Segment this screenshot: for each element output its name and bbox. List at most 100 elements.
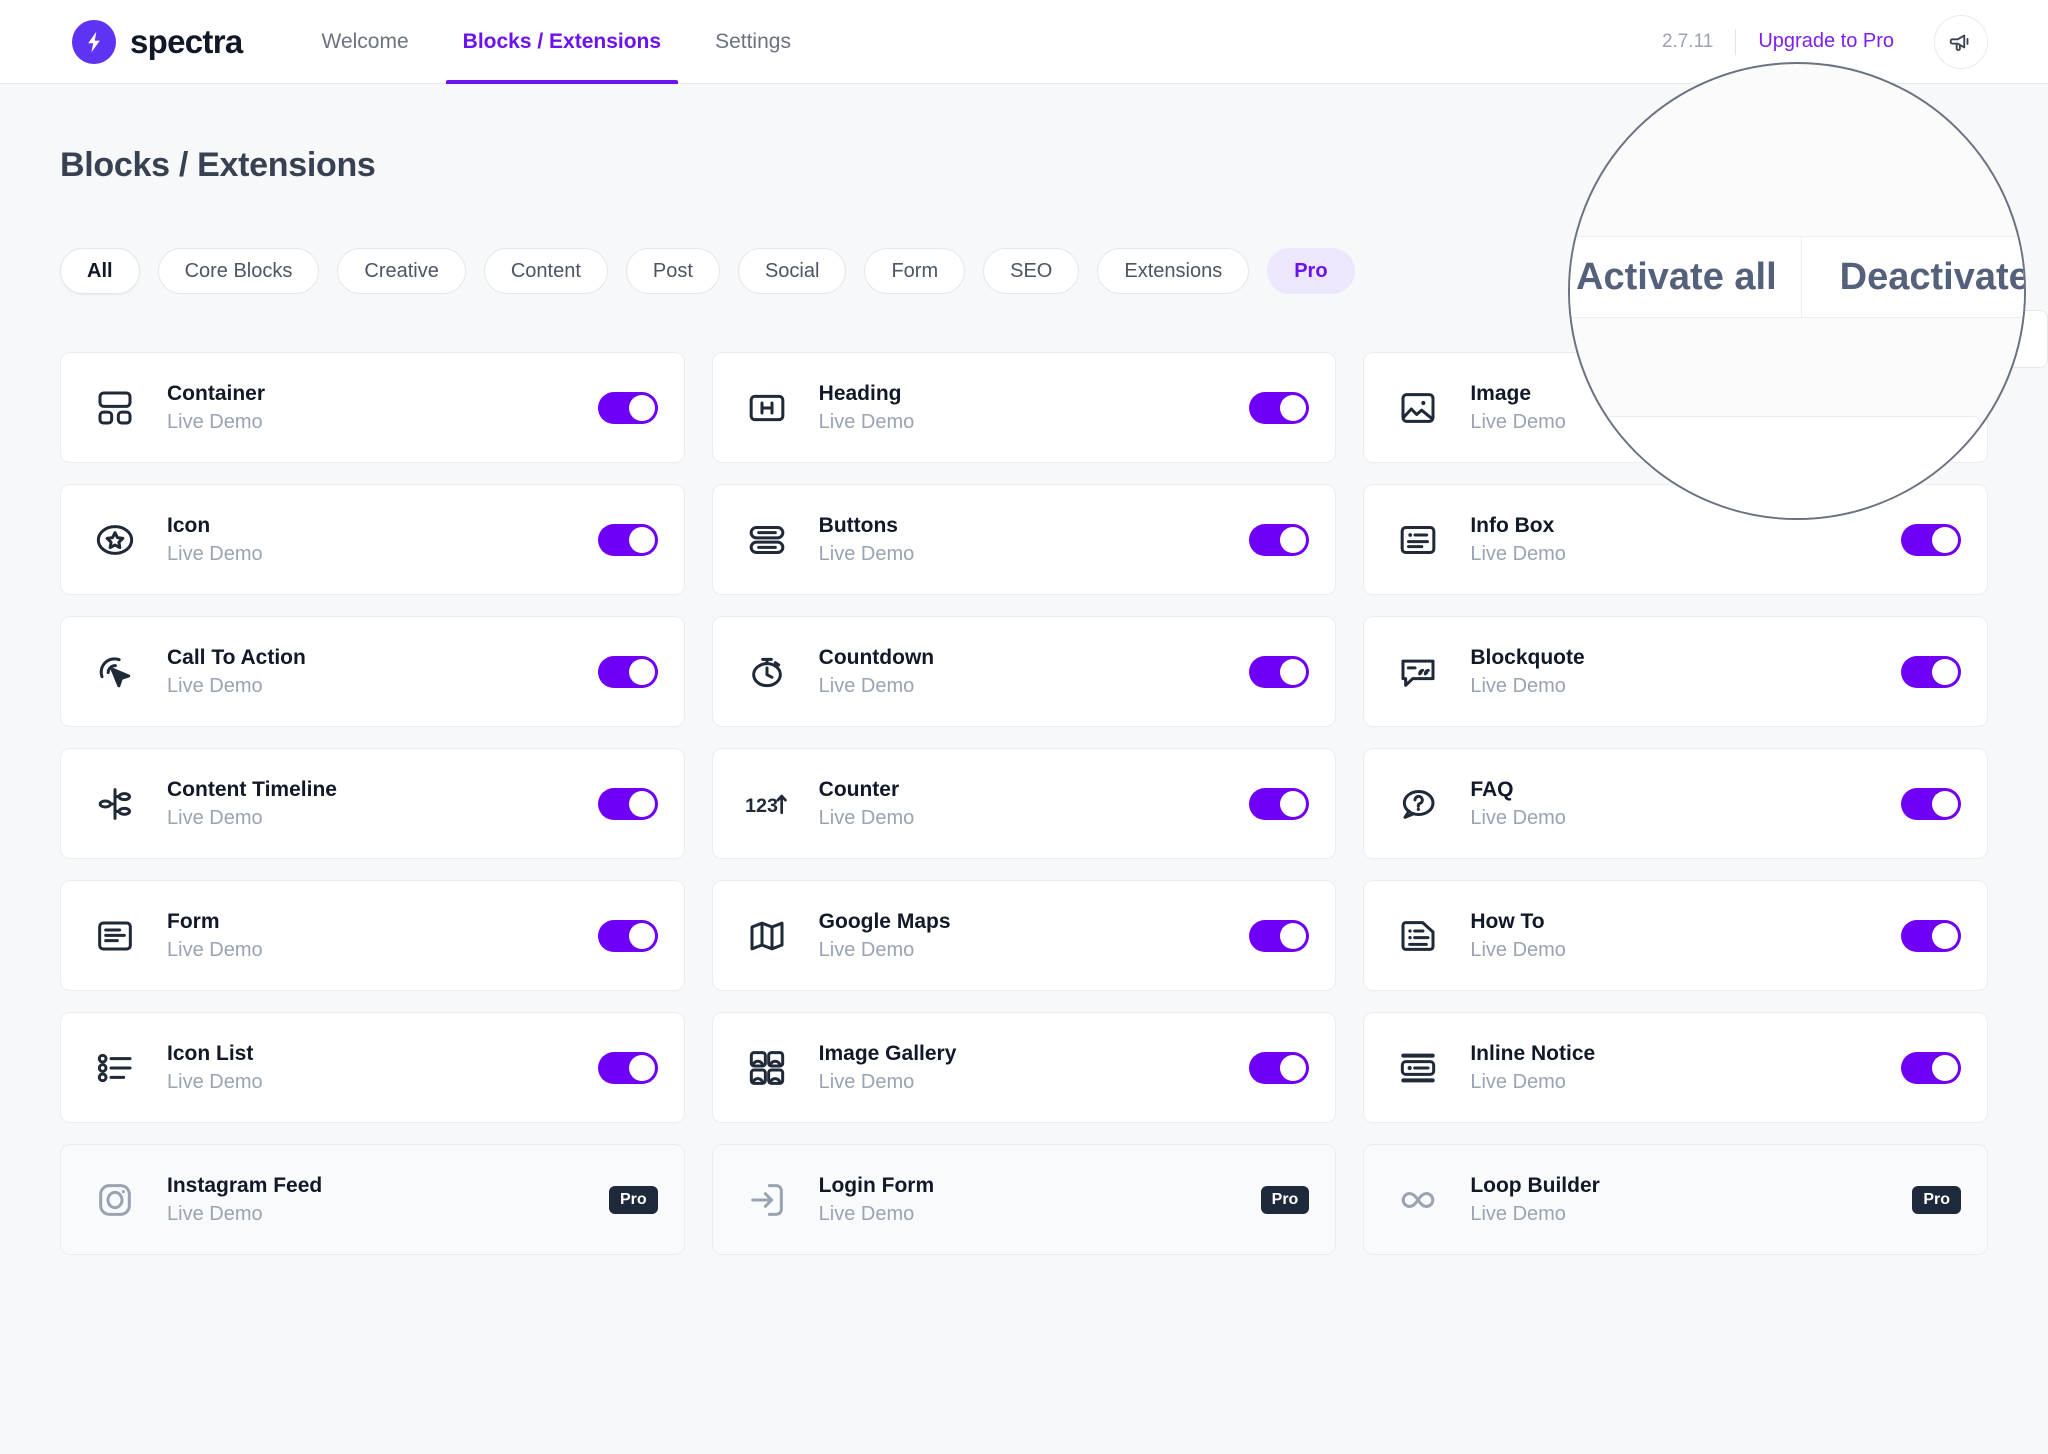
page-title: Blocks / Extensions <box>60 84 1988 185</box>
block-card[interactable]: FormLive Demo <box>60 880 685 991</box>
deactivate-all-button[interactable]: Deactivate all <box>1845 311 2047 367</box>
filter-pill-content[interactable]: Content <box>484 248 608 294</box>
live-demo-link[interactable]: Live Demo <box>167 543 263 565</box>
live-demo-link[interactable]: Live Demo <box>1470 939 1566 961</box>
filter-pill-core-blocks[interactable]: Core Blocks <box>158 248 320 294</box>
block-enable-toggle[interactable] <box>1249 788 1309 820</box>
block-card[interactable]: Icon Live Demo <box>60 484 685 595</box>
block-card[interactable]: Instagram FeedLive DemoPro <box>60 1144 685 1255</box>
filter-pill-post[interactable]: Post <box>626 248 720 294</box>
nav-item-settings[interactable]: Settings <box>688 0 818 84</box>
block-enable-toggle[interactable] <box>1901 920 1961 952</box>
live-demo-link[interactable]: Live Demo <box>1470 543 1566 565</box>
block-card[interactable]: Content TimelineLive Demo <box>60 748 685 859</box>
block-card-text: HeadingLive Demo <box>819 382 915 432</box>
version-label: 2.7.11 <box>1662 31 1713 53</box>
megaphone-icon[interactable] <box>1934 15 1988 69</box>
nav-item-blocks-extensions[interactable]: Blocks / Extensions <box>436 0 688 84</box>
toggle-knob <box>1932 791 1958 817</box>
header-right: 2.7.11 Upgrade to Pro <box>1662 15 1988 69</box>
block-title: Buttons <box>819 514 915 537</box>
block-enable-toggle[interactable] <box>1901 788 1961 820</box>
block-enable-toggle[interactable] <box>1249 524 1309 556</box>
filter-pill-group: All Core Blocks Creative Content Post So… <box>60 248 1988 294</box>
live-demo-link[interactable]: Live Demo <box>819 543 915 565</box>
live-demo-link[interactable]: Live Demo <box>167 1203 322 1225</box>
block-title: Inline Notice <box>1470 1042 1595 1065</box>
block-enable-toggle[interactable] <box>598 1052 658 1084</box>
live-demo-link[interactable]: Live Demo <box>819 675 934 697</box>
live-demo-link[interactable]: Live Demo <box>819 807 915 829</box>
block-card[interactable]: CountdownLive Demo <box>712 616 1337 727</box>
block-title: Call To Action <box>167 646 306 669</box>
block-title: Icon <box>167 514 263 537</box>
live-demo-link[interactable]: Live Demo <box>167 1071 263 1093</box>
activate-all-button[interactable]: Activate all <box>1669 311 1845 367</box>
live-demo-link[interactable]: Live Demo <box>1470 411 1566 433</box>
block-card-text: ContainerLive Demo <box>167 382 265 432</box>
filter-pill-social[interactable]: Social <box>738 248 846 294</box>
star-badge-icon <box>91 516 139 564</box>
block-card[interactable]: Call To Action Live Demo <box>60 616 685 727</box>
filter-pill-seo[interactable]: SEO <box>983 248 1079 294</box>
filter-pill-creative[interactable]: Creative <box>337 248 465 294</box>
upgrade-to-pro-link[interactable]: Upgrade to Pro <box>1758 30 1894 53</box>
live-demo-link[interactable]: Live Demo <box>167 939 263 961</box>
login-arrow-icon <box>743 1176 791 1224</box>
block-card[interactable]: Inline Notice Live Demo <box>1363 1012 1988 1123</box>
block-enable-toggle[interactable] <box>1901 1052 1961 1084</box>
block-enable-toggle[interactable] <box>598 392 658 424</box>
stopwatch-icon <box>743 648 791 696</box>
block-enable-toggle[interactable] <box>1249 392 1309 424</box>
filter-pill-form[interactable]: Form <box>864 248 965 294</box>
block-card[interactable]: BlockquoteLive Demo <box>1363 616 1988 727</box>
block-enable-toggle[interactable] <box>598 920 658 952</box>
block-enable-toggle[interactable] <box>1249 920 1309 952</box>
block-card[interactable]: How ToLive Demo <box>1363 880 1988 991</box>
block-card[interactable]: Google MapsLive Demo <box>712 880 1337 991</box>
live-demo-link[interactable]: Live Demo <box>167 807 337 829</box>
block-card[interactable]: FAQLive Demo <box>1363 748 1988 859</box>
block-enable-toggle[interactable] <box>1249 1052 1309 1084</box>
live-demo-link[interactable]: Live Demo <box>1470 1203 1600 1225</box>
live-demo-link[interactable]: Live Demo <box>167 411 265 433</box>
block-card[interactable]: ImageLive Demo <box>1363 352 1988 463</box>
main-navigation: Welcome Blocks / Extensions Settings <box>295 0 818 84</box>
block-enable-toggle[interactable] <box>598 524 658 556</box>
block-card-text: FAQLive Demo <box>1470 778 1566 828</box>
live-demo-link[interactable]: Live Demo <box>167 675 306 697</box>
filter-pill-extensions[interactable]: Extensions <box>1097 248 1249 294</box>
block-card[interactable]: Buttons Live Demo <box>712 484 1337 595</box>
block-card[interactable]: Image GalleryLive Demo <box>712 1012 1337 1123</box>
nav-item-welcome[interactable]: Welcome <box>295 0 436 84</box>
block-enable-toggle[interactable] <box>1901 524 1961 556</box>
block-card[interactable]: Loop BuilderLive DemoPro <box>1363 1144 1988 1255</box>
block-card-control: Pro <box>1912 1186 1961 1214</box>
filter-pill-all[interactable]: All <box>60 248 140 294</box>
toggle-knob <box>1280 527 1306 553</box>
block-card[interactable]: 123CounterLive Demo <box>712 748 1337 859</box>
live-demo-link[interactable]: Live Demo <box>819 1203 934 1225</box>
block-card-control <box>1901 656 1961 688</box>
block-card[interactable]: Icon ListLive Demo <box>60 1012 685 1123</box>
live-demo-link[interactable]: Live Demo <box>1470 807 1566 829</box>
block-card-text: Login FormLive Demo <box>819 1174 934 1224</box>
block-enable-toggle[interactable] <box>1901 392 1961 424</box>
block-card[interactable]: ContainerLive Demo <box>60 352 685 463</box>
blocks-grid: ContainerLive Demo HeadingLive Demo ImageL… <box>60 352 1988 1255</box>
block-card[interactable]: HeadingLive Demo <box>712 352 1337 463</box>
filter-pill-pro[interactable]: Pro <box>1267 248 1354 294</box>
block-card-control <box>1249 656 1309 688</box>
live-demo-link[interactable]: Live Demo <box>819 1071 957 1093</box>
block-card[interactable]: Login FormLive DemoPro <box>712 1144 1337 1255</box>
block-card-text: CounterLive Demo <box>819 778 915 828</box>
block-enable-toggle[interactable] <box>1249 656 1309 688</box>
block-card[interactable]: Info BoxLive Demo <box>1363 484 1988 595</box>
live-demo-link[interactable]: Live Demo <box>819 939 951 961</box>
block-enable-toggle[interactable] <box>598 656 658 688</box>
live-demo-link[interactable]: Live Demo <box>1470 1071 1595 1093</box>
live-demo-link[interactable]: Live Demo <box>819 411 915 433</box>
block-enable-toggle[interactable] <box>598 788 658 820</box>
live-demo-link[interactable]: Live Demo <box>1470 675 1584 697</box>
block-enable-toggle[interactable] <box>1901 656 1961 688</box>
